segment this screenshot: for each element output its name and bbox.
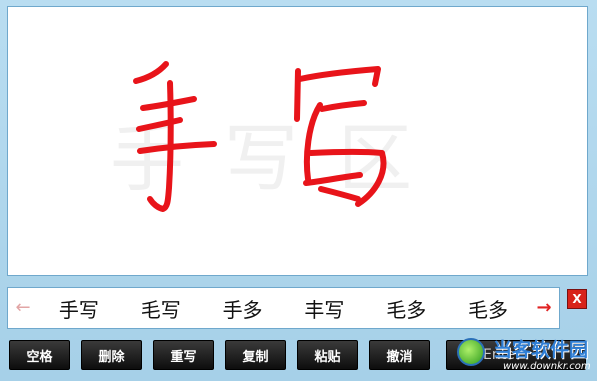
undo-button[interactable]: 撤消 [369, 340, 430, 370]
site-watermark-url: www.downkr.com [503, 361, 591, 372]
candidate-list: 手写 毛写 手多 丰写 毛多 毛多 [38, 294, 529, 323]
ink-strokes [133, 61, 387, 212]
site-watermark-name: 当客软件园 [493, 339, 589, 361]
site-logo-icon [457, 338, 485, 366]
close-button[interactable]: X [567, 289, 587, 309]
candidate-item[interactable]: 毛多 [462, 294, 514, 323]
candidate-item[interactable]: 毛写 [135, 294, 187, 323]
rewrite-button[interactable]: 重写 [153, 340, 214, 370]
candidate-item[interactable]: 手多 [217, 294, 269, 323]
handwriting-pad[interactable]: 手写区 [7, 6, 588, 276]
candidate-item[interactable]: 丰写 [298, 294, 350, 323]
handwriting-window: 手写区 ← 手写 毛写 手多 丰写 毛多 毛多 → X 空格 删除 重写 复制 … [0, 0, 597, 381]
prev-page-arrow-icon[interactable]: ← [8, 288, 38, 328]
candidate-item[interactable]: 手写 [53, 294, 105, 323]
candidate-item[interactable]: 毛多 [380, 294, 432, 323]
next-page-arrow-icon[interactable]: → [529, 288, 559, 328]
delete-button[interactable]: 删除 [81, 340, 142, 370]
paste-button[interactable]: 粘贴 [297, 340, 358, 370]
copy-button[interactable]: 复制 [225, 340, 286, 370]
space-button[interactable]: 空格 [9, 340, 70, 370]
candidate-bar: ← 手写 毛写 手多 丰写 毛多 毛多 → [7, 287, 560, 329]
